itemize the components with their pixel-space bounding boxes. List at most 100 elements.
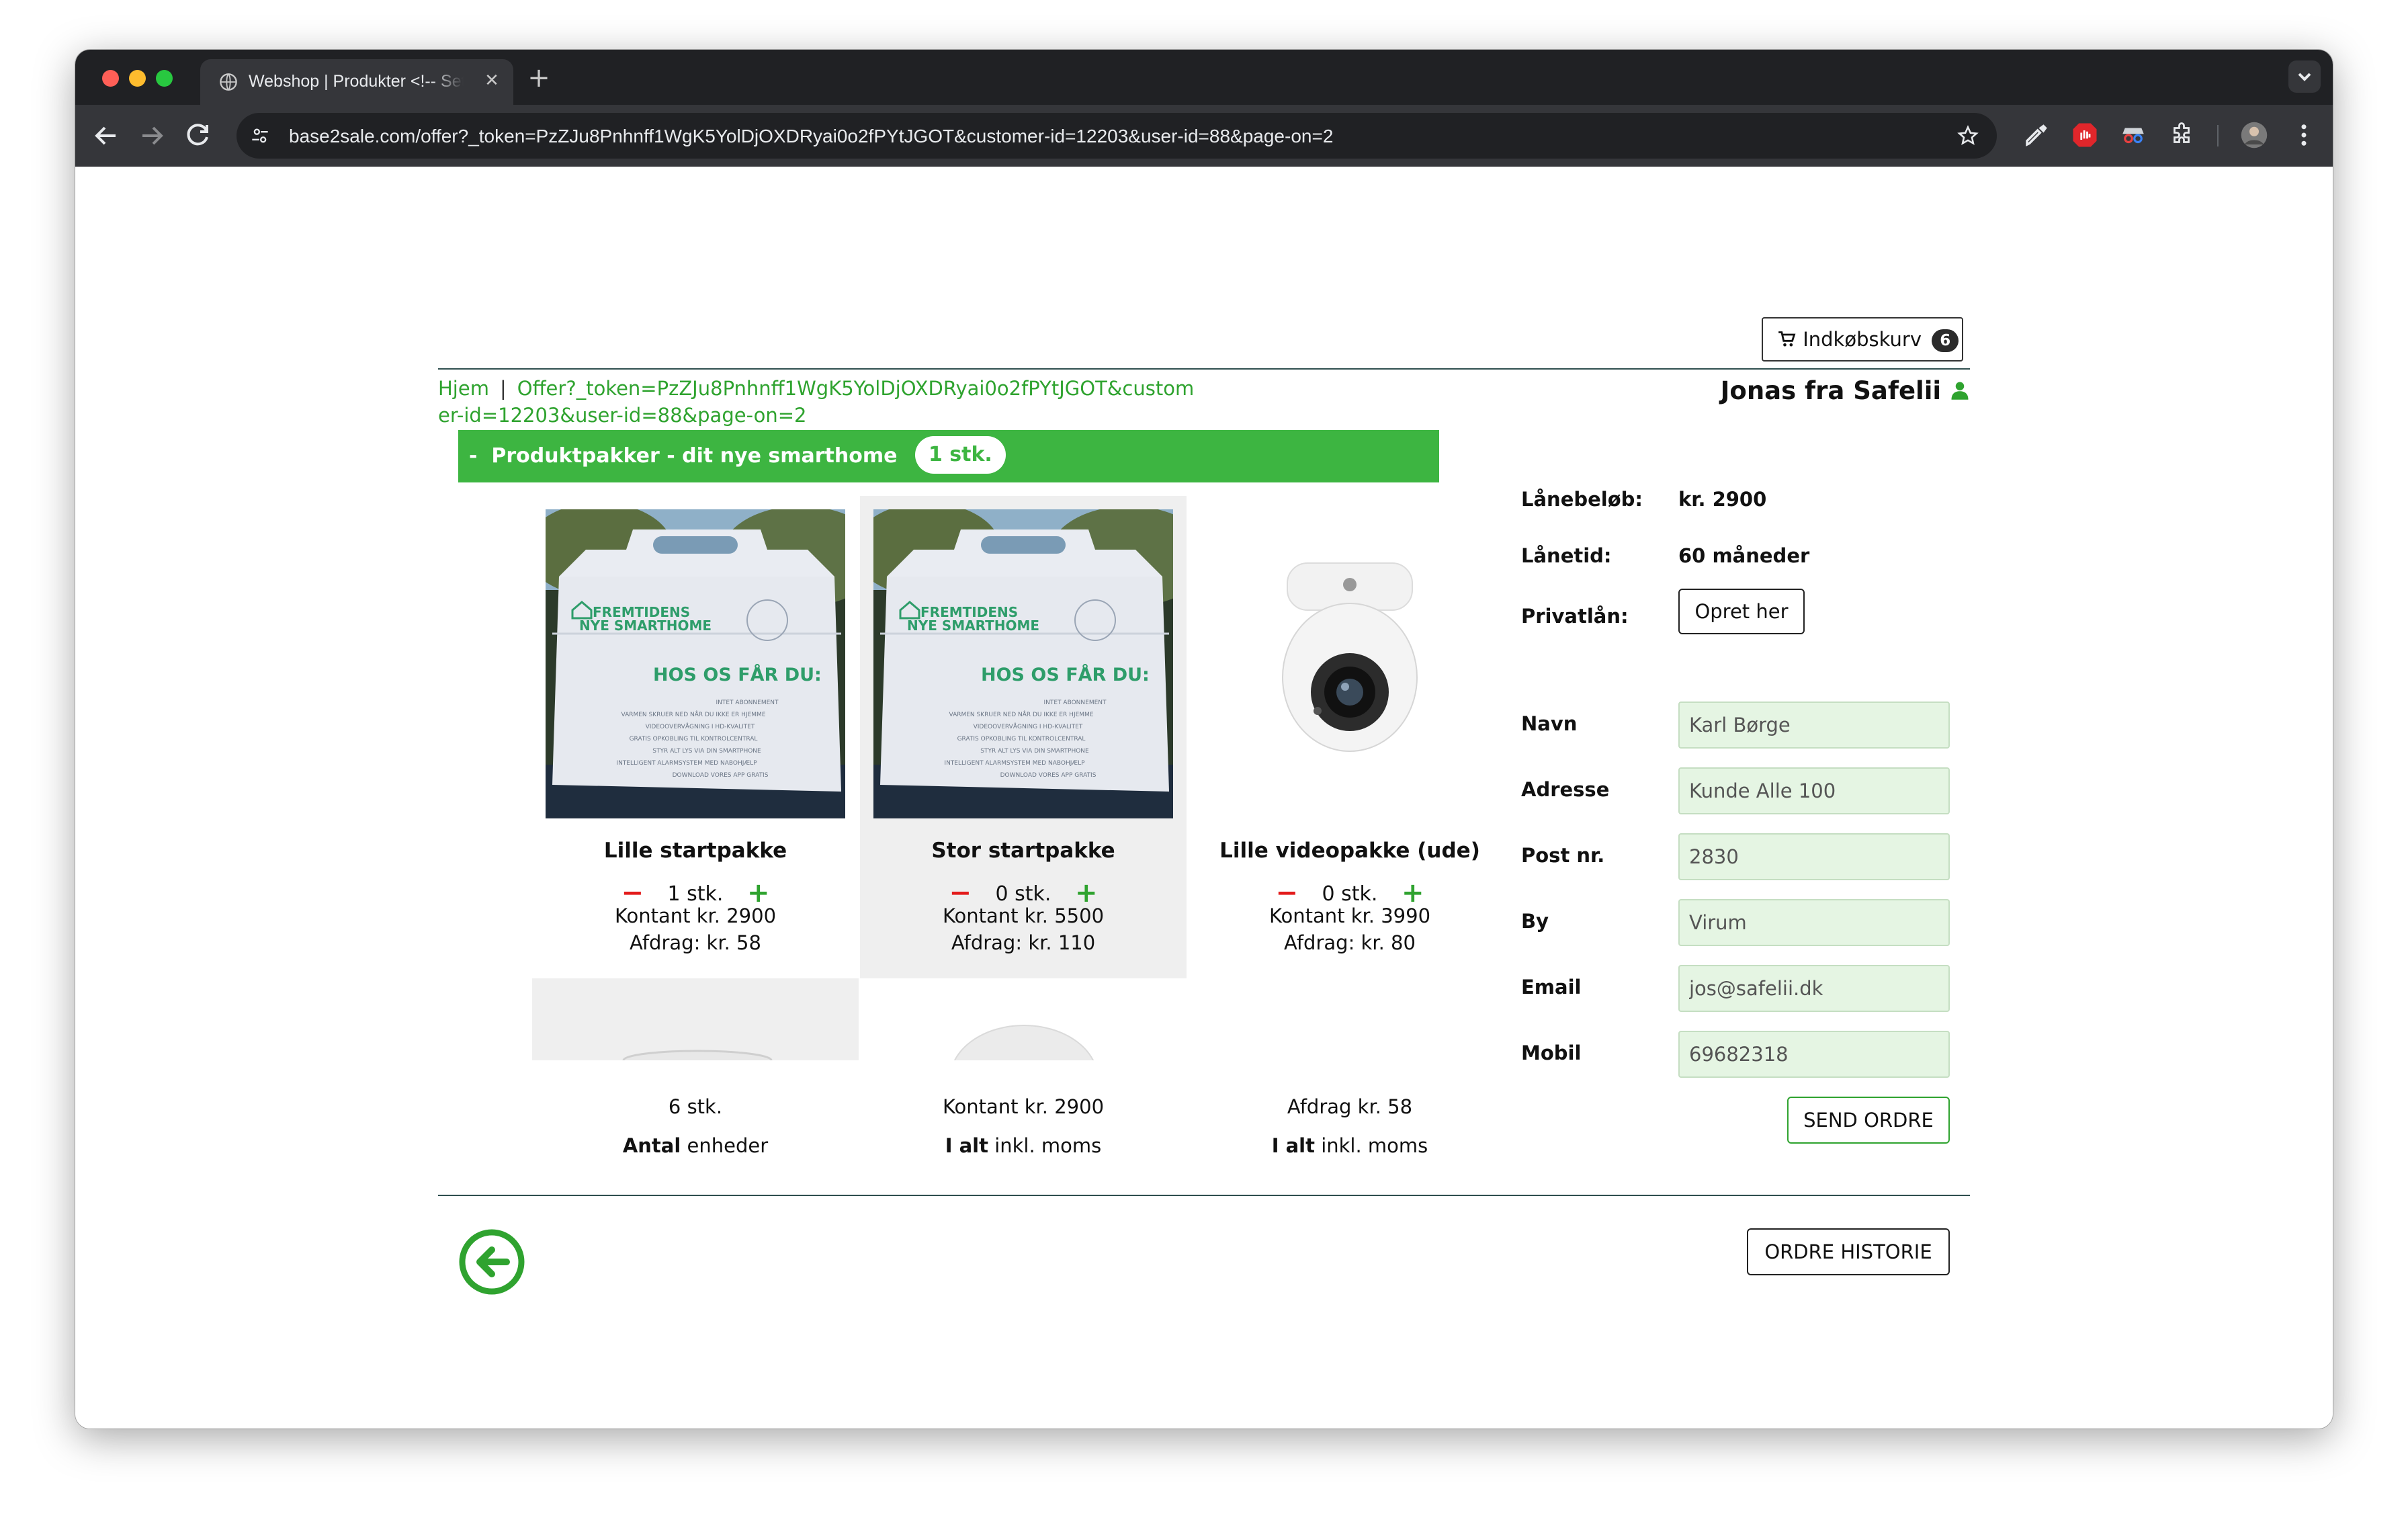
- back-arrow-icon[interactable]: [458, 1228, 525, 1296]
- mobile-field[interactable]: [1678, 1031, 1950, 1078]
- name-label: Navn: [1521, 712, 1578, 735]
- tab-search-button[interactable]: [2288, 60, 2321, 93]
- total-cash-label-bold: I alt: [945, 1134, 988, 1157]
- cart-button[interactable]: Indkøbskurv 6: [1762, 317, 1963, 362]
- eyedropper-icon[interactable]: [2022, 121, 2051, 149]
- user-display: Jonas fra Safelii: [1721, 376, 1970, 405]
- user-name: Jonas fra Safelii: [1720, 376, 1942, 405]
- box-line: DOWNLOAD VORES APP GRATIS: [1000, 772, 1096, 779]
- total-units-value: 6 stk.: [668, 1095, 723, 1118]
- reload-icon[interactable]: [181, 120, 214, 152]
- product-image[interactable]: [1200, 509, 1500, 818]
- box-line: VARMEN SKRUER NED NÅR DU IKKE ER HJEMME: [949, 710, 1093, 718]
- product-name: Stor startpakke: [931, 839, 1115, 863]
- profile-avatar[interactable]: [2240, 121, 2268, 149]
- box-line: INTET ABONNEMENT: [1043, 699, 1107, 706]
- url-text[interactable]: base2sale.com/offer?_token=PzZJu8Pnhnff1…: [289, 124, 1333, 148]
- total-units-label: Antal enheder: [532, 1134, 859, 1157]
- box-headline: HOS OS FÅR DU:: [653, 664, 822, 685]
- box-line: VIDEOOVERVÅGNING I HD-KVALITET: [974, 722, 1083, 730]
- name-field[interactable]: [1678, 702, 1950, 749]
- address-bar[interactable]: base2sale.com/offer?_token=PzZJu8Pnhnff1…: [236, 113, 1997, 159]
- browser-window: Webshop | Produkter <!-- Set ✕ + base2sa…: [75, 50, 2333, 1429]
- tab-close-icon[interactable]: ✕: [480, 69, 504, 93]
- box-line: STYR ALT LYS VIA DIN SMARTPHONE: [980, 748, 1089, 755]
- forward-icon[interactable]: [136, 120, 168, 152]
- product-installment: Afdrag: kr. 80: [1284, 931, 1416, 954]
- cart-count-badge: 6: [1932, 329, 1959, 352]
- product-name: Lille startpakke: [603, 839, 787, 863]
- box-brand-line2: NYE SMARTHOME: [907, 618, 1039, 634]
- box-line: INTET ABONNEMENT: [716, 699, 779, 706]
- spy-icon[interactable]: [2119, 121, 2147, 149]
- star-icon[interactable]: [1956, 124, 1979, 147]
- create-private-loan-button[interactable]: Opret her: [1678, 589, 1805, 634]
- box-brand-line2: NYE SMARTHOME: [579, 618, 712, 634]
- puzzle-icon[interactable]: [2167, 121, 2196, 149]
- product-image[interactable]: FREMTIDENS NYE SMARTHOME HOS OS FÅR DU: …: [873, 509, 1173, 818]
- total-installment-value: Afdrag kr. 58: [1287, 1095, 1413, 1118]
- quantity-stepper: − 0 stk. +: [1187, 876, 1513, 908]
- box-line: STYR ALT LYS VIA DIN SMARTPHONE: [652, 748, 761, 755]
- box-line: VIDEOOVERVÅGNING I HD-KVALITET: [646, 722, 755, 730]
- chevron-down-icon: [2298, 73, 2311, 81]
- product-quantity: 0 stk.: [995, 882, 1051, 906]
- top-divider: [438, 368, 1970, 370]
- total-units-label-rest: enheder: [681, 1134, 769, 1157]
- bottom-divider: [438, 1195, 1970, 1196]
- breadcrumb-current-link[interactable]: Offer?_token=PzZJu8Pnhnff1WgK5YolDjOXDRy…: [438, 377, 1194, 427]
- adblock-icon[interactable]: [2071, 121, 2099, 149]
- section-title: Produktpakker - dit nye smarthome: [491, 444, 898, 468]
- product-installment: Afdrag: kr. 110: [951, 931, 1096, 954]
- total-installment-label: I alt inkl. moms: [1187, 1134, 1513, 1157]
- tab-strip: Webshop | Produkter <!-- Set ✕ +: [75, 50, 2333, 105]
- kebab-menu-icon[interactable]: [2290, 121, 2318, 149]
- total-installment-label-rest: inkl. moms: [1314, 1134, 1428, 1157]
- product-installment: Afdrag: kr. 58: [630, 931, 761, 954]
- total-cash-label: I alt inkl. moms: [860, 1134, 1187, 1157]
- total-cash-label-rest: inkl. moms: [988, 1134, 1102, 1157]
- close-window-button[interactable]: [102, 70, 119, 87]
- back-icon[interactable]: [90, 120, 122, 152]
- user-icon: [1951, 382, 1969, 400]
- send-order-button[interactable]: SEND ORDRE: [1787, 1097, 1950, 1144]
- box-headline: HOS OS FÅR DU:: [981, 664, 1150, 685]
- product-card-partial[interactable]: [860, 978, 1187, 1060]
- zip-field[interactable]: [1678, 833, 1950, 880]
- product-card: Lille videopakke (ude) − 0 stk. + Kontan…: [1187, 496, 1513, 978]
- new-tab-button[interactable]: +: [524, 65, 554, 94]
- product-cash-price: Kontant kr. 3990: [1268, 904, 1431, 927]
- total-installment-label-bold: I alt: [1271, 1134, 1315, 1157]
- product-name: Lille videopakke (ude): [1219, 839, 1480, 863]
- tab-webshop[interactable]: Webshop | Produkter <!-- Set ✕: [200, 59, 513, 105]
- box-line: INTELLIGENT ALARMSYSTEM MED NABOHJÆLP: [616, 760, 757, 767]
- cart-icon: [1778, 331, 1796, 347]
- box-line: VARMEN SKRUER NED NÅR DU IKKE ER HJEMME: [621, 710, 765, 718]
- box-line: GRATIS OPKOBLING TIL KONTROLCENTRAL: [630, 736, 758, 742]
- loan-amount-value: kr. 2900: [1678, 488, 1767, 511]
- minimize-window-button[interactable]: [129, 70, 146, 87]
- product-card: FREMTIDENS NYE SMARTHOME HOS OS FÅR DU: …: [532, 496, 859, 978]
- site-settings-icon[interactable]: [250, 126, 270, 145]
- product-image[interactable]: FREMTIDENS NYE SMARTHOME HOS OS FÅR DU: …: [546, 509, 845, 818]
- zip-label: Post nr.: [1521, 844, 1605, 867]
- maximize-window-button[interactable]: [156, 70, 173, 87]
- address-field[interactable]: [1678, 767, 1950, 814]
- product-image-partial: [622, 1050, 773, 1060]
- section-header-product-packages[interactable]: - Produktpakker - dit nye smarthome 1 st…: [458, 430, 1439, 482]
- toolbar-divider: [2217, 125, 2219, 146]
- city-field[interactable]: [1678, 899, 1950, 946]
- quantity-stepper: − 1 stk. +: [532, 876, 859, 908]
- product-card: FREMTIDENS NYE SMARTHOME HOS OS FÅR DU: …: [860, 496, 1187, 978]
- breadcrumb: Hjem | Offer?_token=PzZJu8Pnhnff1WgK5YolDj…: [438, 375, 1197, 429]
- product-card-partial[interactable]: [532, 978, 859, 1060]
- product-image-partial: [953, 1025, 1094, 1060]
- private-loan-label: Privatlån:: [1521, 605, 1629, 628]
- email-field[interactable]: [1678, 965, 1950, 1012]
- cart-label: Indkøbskurv: [1803, 328, 1922, 351]
- order-history-button[interactable]: ORDRE HISTORIE: [1747, 1228, 1950, 1275]
- breadcrumb-home-link[interactable]: Hjem: [438, 377, 489, 400]
- loan-amount-label: Lånebeløb:: [1521, 488, 1643, 511]
- quantity-stepper: − 0 stk. +: [860, 876, 1187, 908]
- section-collapse-indicator: -: [469, 444, 478, 468]
